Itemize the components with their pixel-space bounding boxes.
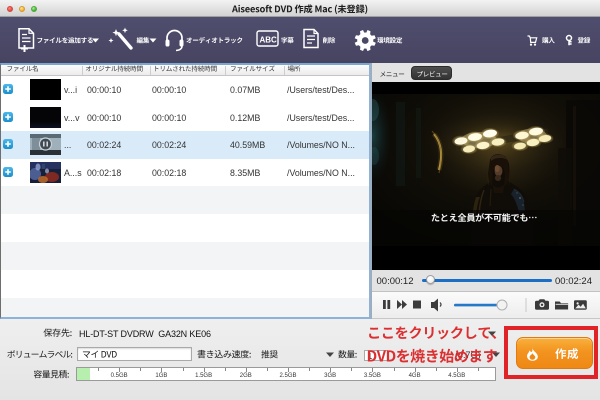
svg-text:ABC: ABC bbox=[260, 36, 278, 45]
